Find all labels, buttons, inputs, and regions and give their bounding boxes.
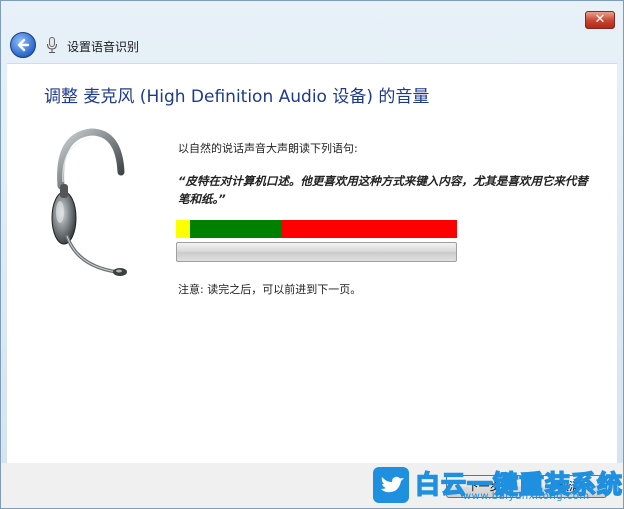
volume-meter bbox=[176, 220, 457, 238]
setup-speech-recognition-window: ✕ 设置语音识别 调整 麦克风 (High Definition Audio 设… bbox=[0, 0, 624, 509]
content-panel: 调整 麦克风 (High Definition Audio 设备) 的音量 以自… bbox=[7, 63, 617, 463]
close-button[interactable]: ✕ bbox=[585, 11, 615, 29]
headset-icon bbox=[51, 128, 127, 276]
watermark: 白云一键重装系统 www.baiyunxitong.com bbox=[371, 463, 623, 507]
bird-logo-icon bbox=[373, 467, 409, 503]
instruction-text: 以自然的说话声音大声朗读下列语句: bbox=[178, 142, 358, 155]
title-bar: ✕ 设置语音识别 bbox=[1, 1, 623, 63]
microphone-icon bbox=[47, 37, 57, 53]
back-button[interactable] bbox=[10, 32, 36, 58]
window-title: 设置语音识别 bbox=[67, 40, 140, 54]
watermark-url: www.baiyunxitong.com bbox=[463, 491, 590, 502]
meter-red-segment bbox=[282, 220, 457, 238]
close-icon: ✕ bbox=[594, 12, 606, 27]
volume-progress-bar bbox=[176, 242, 457, 262]
back-arrow-icon bbox=[17, 38, 30, 52]
page-title: 调整 麦克风 (High Definition Audio 设备) 的音量 bbox=[44, 87, 430, 107]
note-text: 注意: 读完之后，可以前进到下一页。 bbox=[178, 283, 362, 296]
meter-yellow-segment bbox=[176, 220, 190, 238]
meter-green-segment bbox=[190, 220, 282, 238]
read-aloud-sentence: “皮特在对计算机口述。他更喜欢用这种方式来键入内容，尤其是喜欢用它来代替笔和纸。… bbox=[178, 174, 588, 206]
